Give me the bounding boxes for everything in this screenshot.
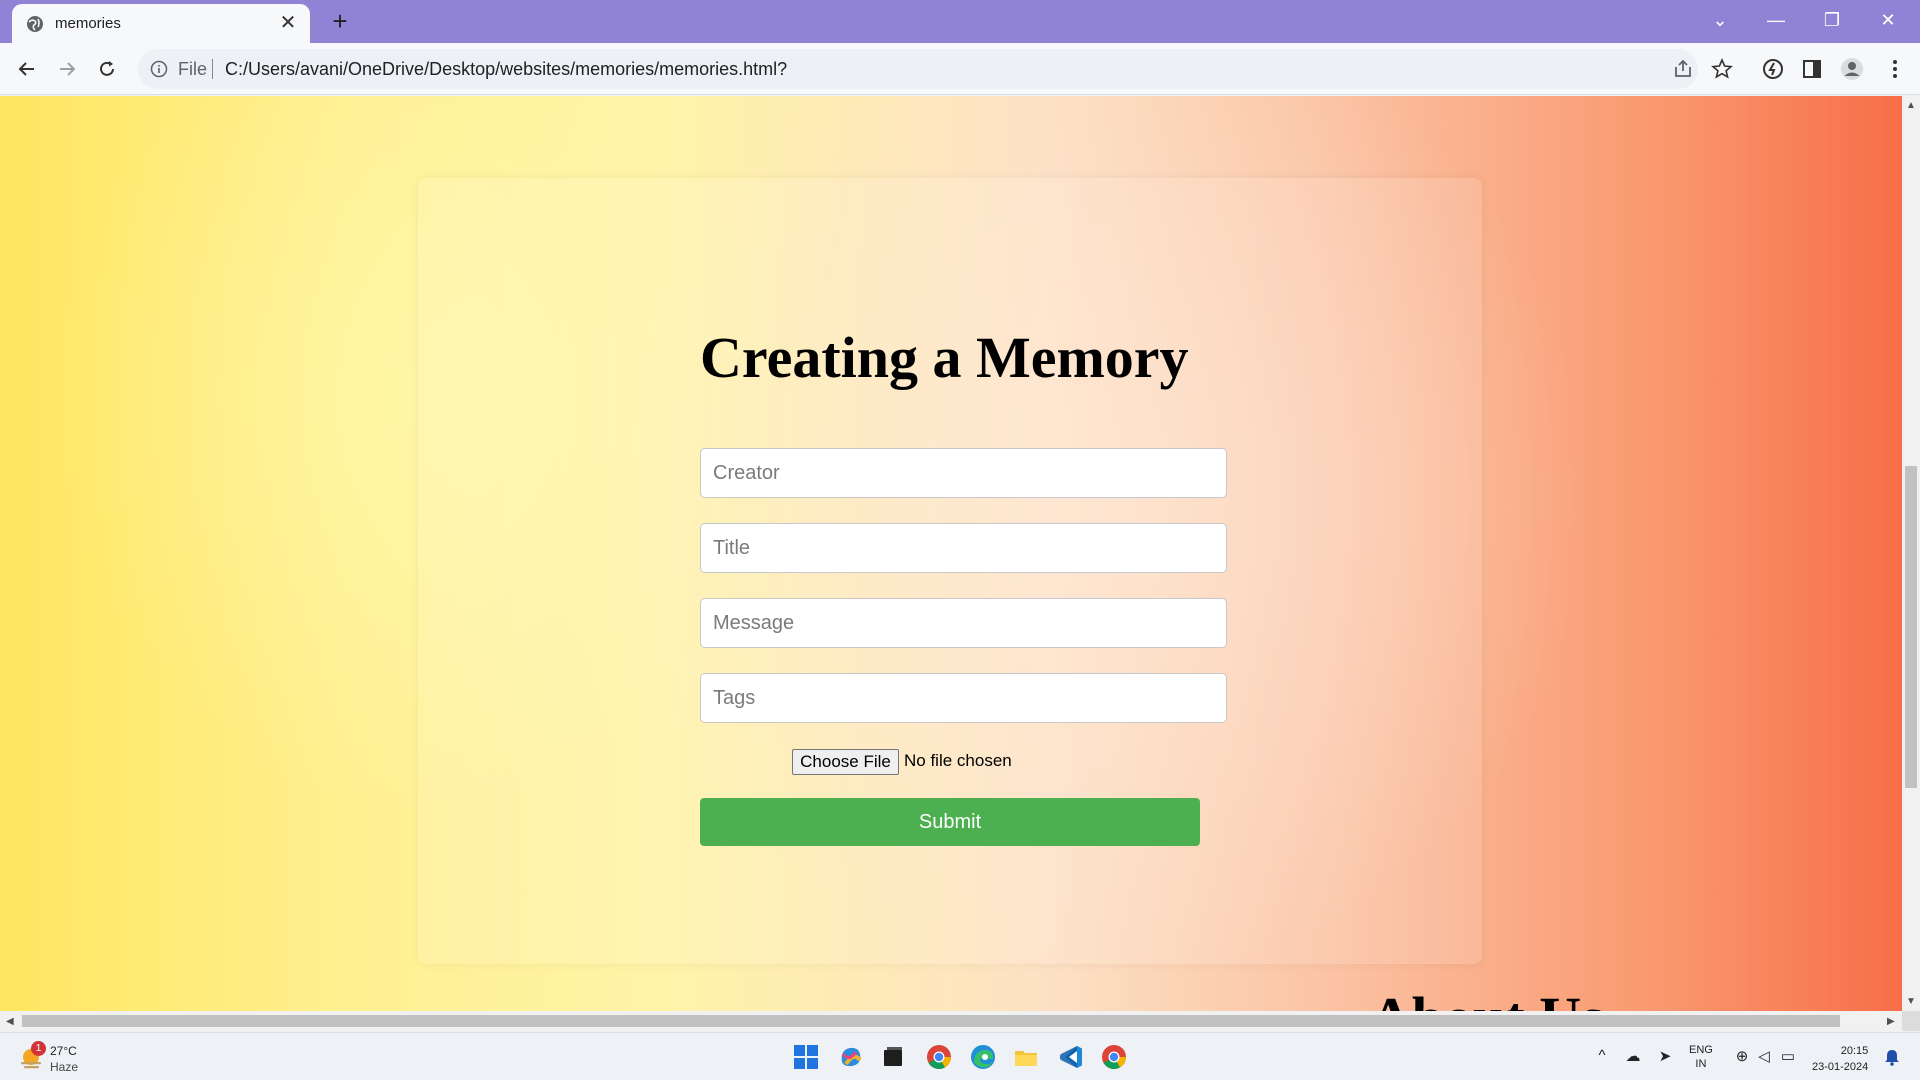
system-clock[interactable]: 20:15 23-01-2024 xyxy=(1812,1043,1868,1075)
new-tab-button[interactable]: + xyxy=(326,8,354,36)
chrome-icon[interactable] xyxy=(1099,1042,1129,1072)
browser-toolbar: File C:/Users/avani/OneDrive/Desktop/web… xyxy=(0,43,1920,95)
terminal-icon[interactable] xyxy=(878,1042,908,1072)
onedrive-icon[interactable]: ☁ xyxy=(1623,1047,1643,1067)
reload-icon xyxy=(100,61,114,76)
creator-input[interactable] xyxy=(700,448,1227,498)
vertical-scroll-thumb[interactable] xyxy=(1905,466,1917,788)
browser-tab-memories[interactable]: memories ✕ xyxy=(12,4,310,43)
scrollbar-corner xyxy=(1902,1011,1920,1031)
windows-taskbar: 1 27°C Haze ^ ☁ ➤ ENG IN ⊕ ◁ ▭ 20:15 23-… xyxy=(0,1032,1920,1080)
language-indicator[interactable]: ENG IN xyxy=(1689,1043,1713,1071)
scroll-up-arrow-icon[interactable]: ▲ xyxy=(1906,100,1916,111)
about-us-heading: About Us xyxy=(1370,984,1604,1011)
start-icon[interactable] xyxy=(791,1042,821,1072)
weather-notification-badge: 1 xyxy=(31,1041,46,1056)
notification-bell-icon[interactable] xyxy=(1884,1048,1900,1066)
page-viewport: Creating a Memory Choose File No file ch… xyxy=(0,96,1902,1011)
tags-input[interactable] xyxy=(700,673,1227,723)
profile-avatar-icon[interactable] xyxy=(1840,57,1864,81)
arrow-left-icon xyxy=(18,62,34,76)
weather-temperature[interactable]: 27°C xyxy=(50,1044,77,1058)
network-globe-icon[interactable]: ⊕ xyxy=(1732,1047,1752,1067)
battery-icon[interactable]: ▭ xyxy=(1778,1047,1798,1067)
vscode-icon[interactable] xyxy=(1056,1042,1086,1072)
restore-button[interactable]: ❐ xyxy=(1804,4,1860,36)
omnibox-divider xyxy=(212,59,213,79)
browser-titlebar: memories ✕ + ⌄ — ❐ ✕ xyxy=(0,0,1920,43)
chevron-up-icon[interactable]: ^ xyxy=(1592,1047,1612,1067)
minimize-button[interactable]: — xyxy=(1748,4,1804,36)
forward-button[interactable] xyxy=(52,54,82,84)
back-button[interactable] xyxy=(12,54,42,84)
copilot-icon[interactable] xyxy=(836,1042,866,1072)
scroll-left-arrow-icon[interactable]: ◀ xyxy=(6,1016,14,1027)
scheme-label: File xyxy=(178,59,208,79)
scroll-right-arrow-icon[interactable]: ▶ xyxy=(1887,1016,1895,1027)
weather-condition[interactable]: Haze xyxy=(50,1060,78,1074)
extension-icon[interactable] xyxy=(1761,57,1785,81)
arrow-right-icon xyxy=(60,62,76,76)
address-bar[interactable]: File C:/Users/avani/OneDrive/Desktop/web… xyxy=(138,49,1733,89)
url-text[interactable]: C:/Users/avani/OneDrive/Desktop/websites… xyxy=(225,59,787,80)
side-panel-icon[interactable] xyxy=(1800,57,1824,81)
close-window-button[interactable]: ✕ xyxy=(1860,4,1916,36)
submit-button[interactable]: Submit xyxy=(700,798,1200,846)
tab-search-icon[interactable]: ⌄ xyxy=(1692,4,1748,36)
kebab-menu-icon[interactable] xyxy=(1883,57,1907,81)
title-input[interactable] xyxy=(700,523,1227,573)
page-title: Creating a Memory xyxy=(700,325,1189,390)
globe-icon xyxy=(27,16,43,32)
chrome-icon[interactable] xyxy=(924,1042,954,1072)
clock-time: 20:15 xyxy=(1840,1045,1869,1057)
horizontal-scroll-thumb[interactable] xyxy=(22,1015,1840,1027)
send-icon[interactable]: ➤ xyxy=(1655,1047,1675,1067)
choose-file-button[interactable]: Choose File xyxy=(792,749,899,775)
language-code: ENG xyxy=(1689,1044,1713,1056)
close-tab-icon[interactable]: ✕ xyxy=(276,11,300,35)
speaker-muted-icon[interactable]: ◁ xyxy=(1754,1047,1774,1067)
file-status-text: No file chosen xyxy=(904,751,1012,770)
clock-date: 23-01-2024 xyxy=(1812,1061,1869,1073)
region-code: IN xyxy=(1695,1058,1707,1070)
file-explorer-icon[interactable] xyxy=(1011,1042,1041,1072)
message-input[interactable] xyxy=(700,598,1227,648)
share-icon[interactable] xyxy=(1672,58,1694,80)
tab-title: memories xyxy=(55,15,121,32)
edge-icon[interactable] xyxy=(968,1042,998,1072)
info-icon[interactable] xyxy=(150,60,168,78)
scroll-down-arrow-icon[interactable]: ▼ xyxy=(1906,996,1916,1007)
bookmark-star-icon[interactable] xyxy=(1711,58,1733,80)
reload-button[interactable] xyxy=(92,54,122,84)
